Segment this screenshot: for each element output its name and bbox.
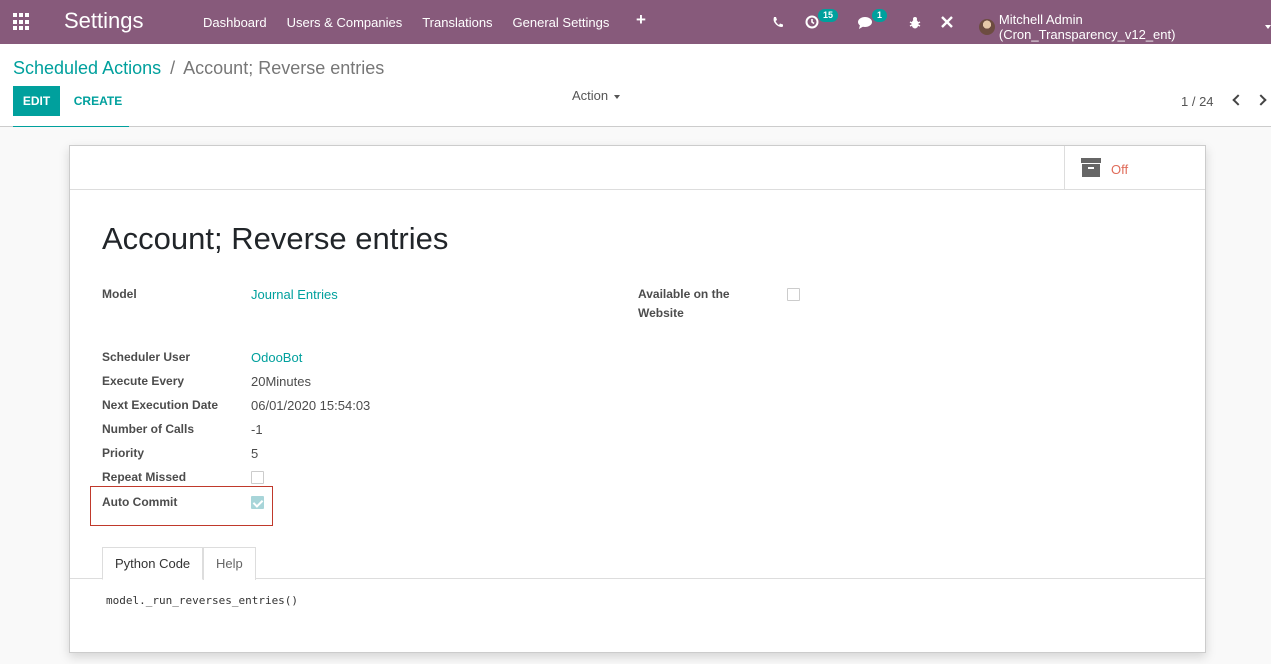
python-code-content[interactable]: model._run_reverses_entries() <box>106 594 298 607</box>
activity-count-badge: 15 <box>818 9 839 22</box>
execute-every-label: Execute Every <box>102 374 185 388</box>
repeat-missed-checkbox[interactable] <box>251 471 264 484</box>
control-panel: Scheduled Actions / Account; Reverse ent… <box>0 44 1271 127</box>
chevron-left-icon <box>1231 94 1244 106</box>
archive-icon <box>1081 158 1101 178</box>
next-execution-date-value: 06/01/2020 15:54:03 <box>251 398 371 413</box>
activity-clock-icon[interactable] <box>805 0 819 44</box>
apps-menu-icon[interactable] <box>13 13 31 31</box>
model-value-link[interactable]: Journal Entries <box>251 287 338 302</box>
scheduler-user-label: Scheduler User <box>102 350 191 364</box>
number-of-calls-value: -1 <box>251 422 263 437</box>
top-navbar: Settings Dashboard Users & Companies Tra… <box>0 0 1271 44</box>
phone-icon[interactable] <box>772 0 783 44</box>
action-dropdown-label: Action <box>572 88 609 103</box>
pager-previous-button[interactable] <box>1226 88 1246 112</box>
breadcrumb: Scheduled Actions / Account; Reverse ent… <box>13 58 384 79</box>
tab-help[interactable]: Help <box>203 547 256 580</box>
priority-value: 5 <box>251 446 259 461</box>
messages-count-badge: 1 <box>872 9 888 22</box>
menu-item-users-companies[interactable]: Users & Companies <box>277 15 413 30</box>
auto-commit-checkbox[interactable] <box>251 496 264 509</box>
breadcrumb-current: Account; Reverse entries <box>183 58 385 78</box>
model-label: Model <box>102 287 137 301</box>
debug-bug-icon[interactable] <box>909 0 921 44</box>
tools-wrench-icon[interactable] <box>940 0 954 44</box>
edit-button[interactable]: EDIT <box>13 86 60 116</box>
breadcrumb-separator: / <box>170 58 176 78</box>
scheduler-user-link[interactable]: OdooBot <box>251 350 302 365</box>
button-box: Off <box>70 146 1205 190</box>
menu-item-dashboard[interactable]: Dashboard <box>193 15 277 30</box>
archive-toggle-button[interactable]: Off <box>1064 146 1205 189</box>
app-title[interactable]: Settings <box>64 8 144 34</box>
buttons-underline <box>13 126 129 127</box>
next-execution-date-label: Next Execution Date <box>102 398 219 412</box>
repeat-missed-label: Repeat Missed <box>102 470 187 484</box>
form-sheet: Off Account; Reverse entries Model Journ… <box>69 145 1206 653</box>
execute-every-value: 20Minutes <box>251 374 311 389</box>
caret-down-icon <box>614 94 621 99</box>
main-menu: Dashboard Users & Companies Translations… <box>193 0 619 44</box>
pager-value[interactable]: 1 / 24 <box>1181 94 1214 109</box>
auto-commit-label: Auto Commit <box>102 495 178 509</box>
menu-item-translations[interactable]: Translations <box>412 15 502 30</box>
breadcrumb-scheduled-actions[interactable]: Scheduled Actions <box>13 58 161 78</box>
chevron-right-icon <box>1254 94 1267 106</box>
notebook-tabs: Python Code Help <box>70 547 1205 580</box>
record-title: Account; Reverse entries <box>102 221 449 256</box>
caret-down-icon <box>1265 25 1271 29</box>
archive-status-label: Off <box>1111 162 1129 177</box>
user-menu[interactable]: Mitchell Admin (Cron_Transparency_v12_en… <box>979 12 1271 42</box>
number-of-calls-label: Number of Calls <box>102 422 195 436</box>
tab-python-code[interactable]: Python Code <box>102 547 204 580</box>
create-button[interactable]: CREATE <box>64 86 132 116</box>
priority-label: Priority <box>102 446 145 460</box>
available-on-website-checkbox[interactable] <box>787 288 800 301</box>
action-dropdown[interactable]: Action <box>572 88 621 103</box>
available-on-website-label: Available on the Website <box>638 287 730 320</box>
messages-chat-icon[interactable] <box>858 0 874 44</box>
plus-icon[interactable]: + <box>636 10 646 30</box>
menu-item-general-settings[interactable]: General Settings <box>503 15 620 30</box>
user-avatar <box>979 19 995 35</box>
pager-next-button[interactable] <box>1252 88 1271 112</box>
user-name: Mitchell Admin (Cron_Transparency_v12_en… <box>998 12 1176 42</box>
